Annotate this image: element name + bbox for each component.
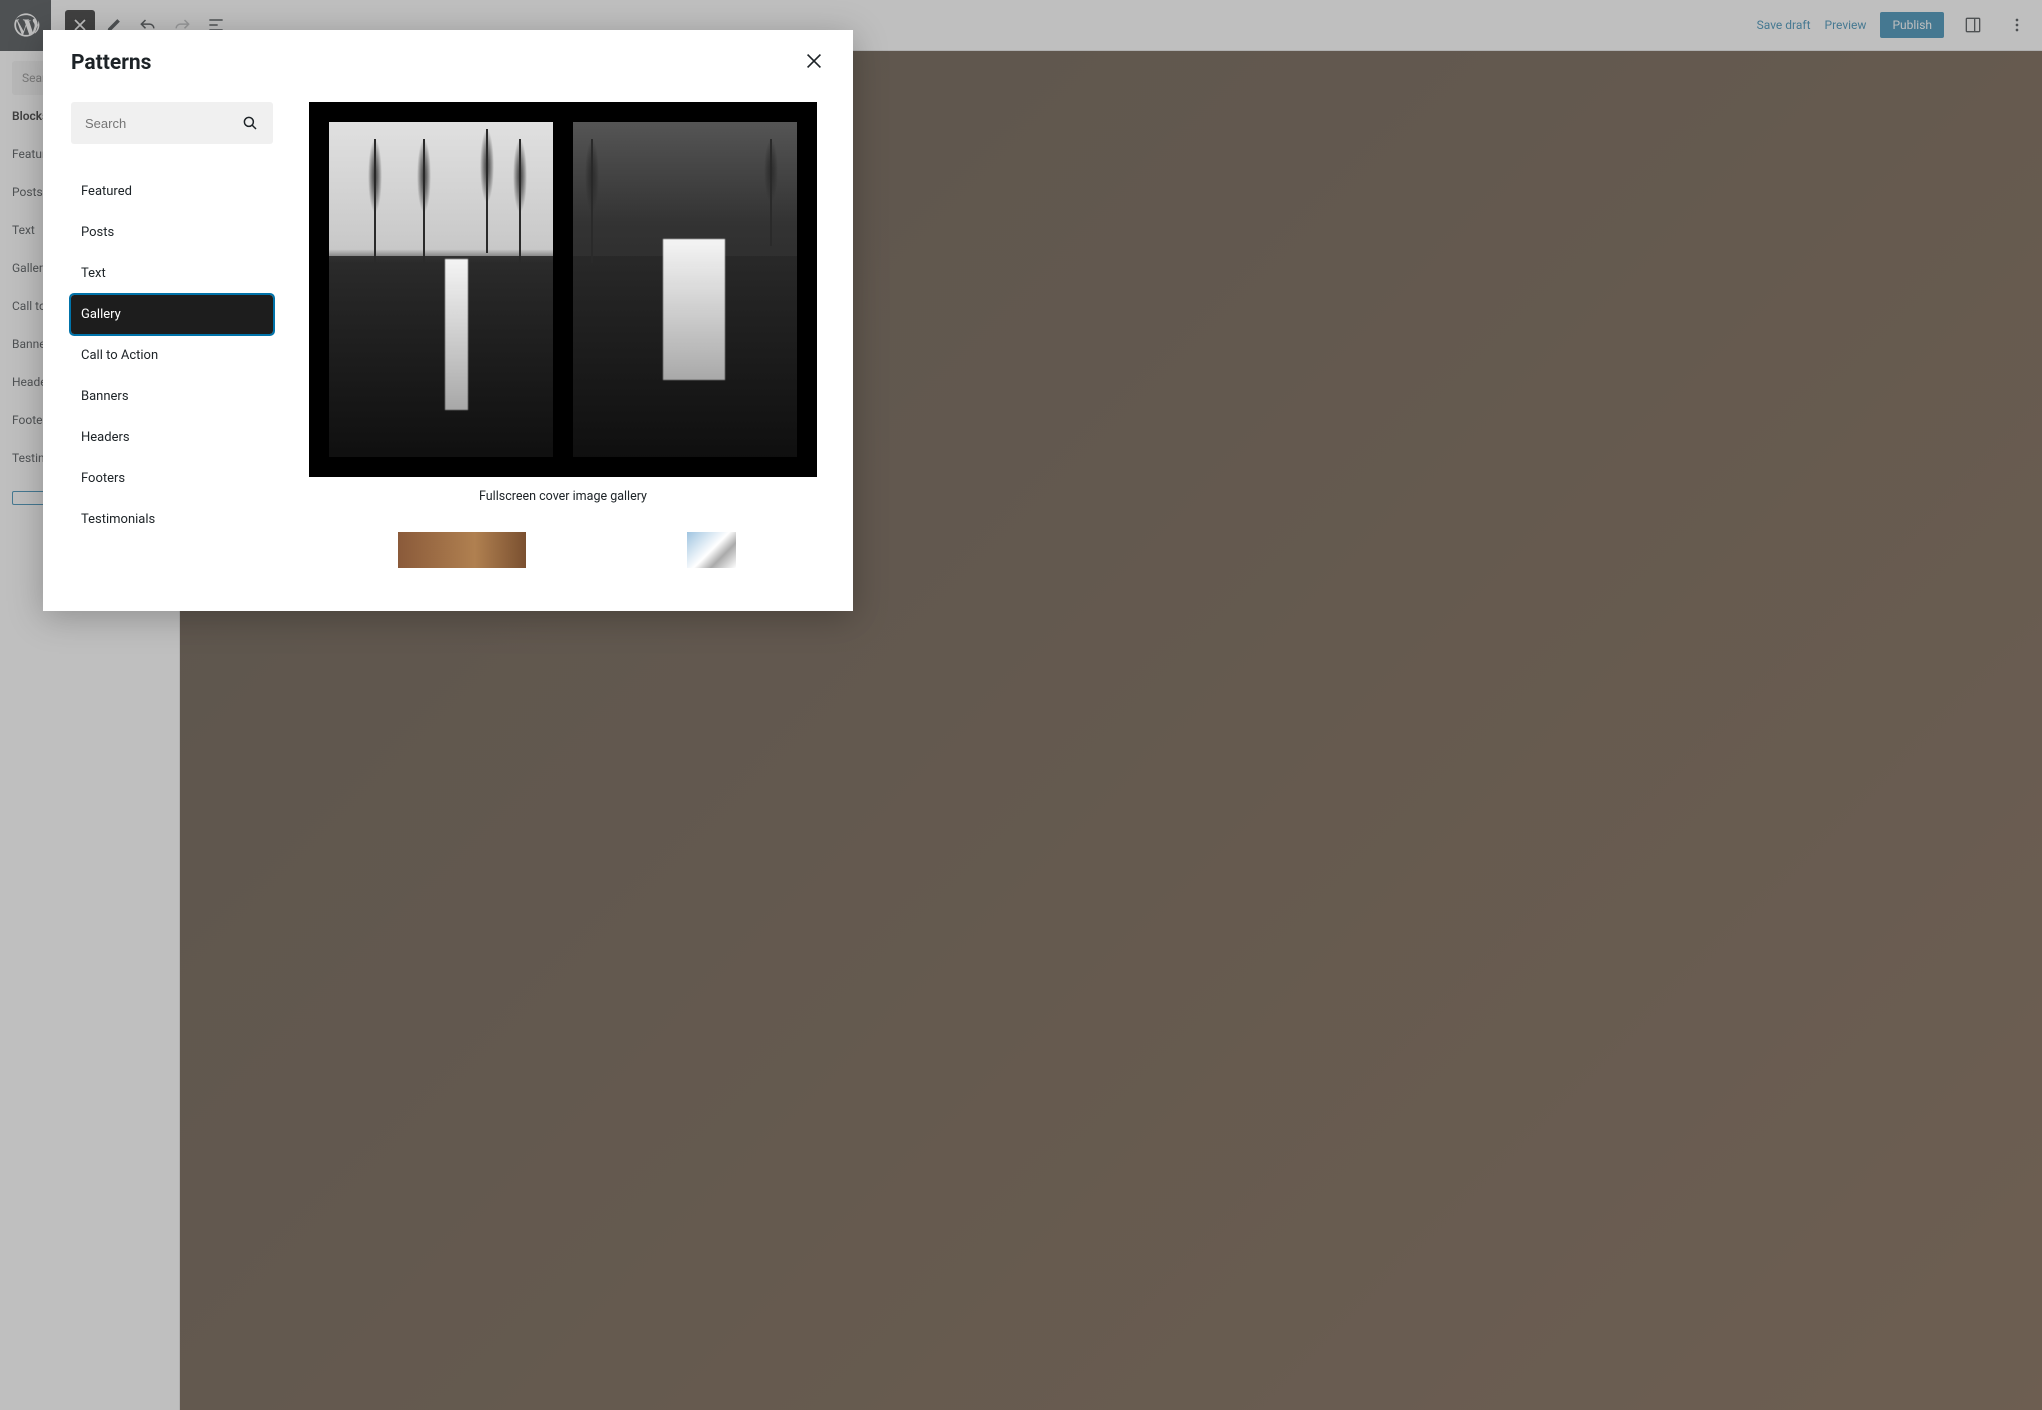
- patterns-modal: Patterns Featured Posts Text Gallery Cal…: [43, 30, 853, 611]
- search-icon: [241, 114, 259, 132]
- modal-close-button[interactable]: [803, 50, 825, 76]
- patterns-search-input[interactable]: [85, 116, 225, 131]
- category-footers[interactable]: Footers: [71, 459, 273, 498]
- save-draft-button[interactable]: Save draft: [1757, 18, 1811, 32]
- category-text[interactable]: Text: [71, 254, 273, 293]
- pattern-thumbnail-2[interactable]: [398, 532, 526, 568]
- category-banners[interactable]: Banners: [71, 377, 273, 416]
- pattern-fullscreen-cover-gallery[interactable]: [309, 102, 817, 477]
- category-gallery[interactable]: Gallery: [71, 295, 273, 334]
- patterns-row-2: [301, 532, 825, 568]
- category-featured[interactable]: Featured: [71, 172, 273, 211]
- category-testimonials[interactable]: Testimonials: [71, 500, 273, 539]
- kebab-icon: [2007, 15, 2027, 35]
- close-icon: [803, 50, 825, 72]
- category-headers[interactable]: Headers: [71, 418, 273, 457]
- pattern-thumbnail-3[interactable]: [608, 532, 736, 568]
- pattern-image-left: [329, 122, 553, 457]
- modal-header: Patterns: [43, 30, 853, 84]
- publish-button[interactable]: Publish: [1880, 12, 1944, 38]
- modal-title: Patterns: [71, 51, 151, 75]
- preview-button[interactable]: Preview: [1825, 18, 1867, 32]
- toolbar-right-group: Save draft Preview Publish: [1757, 10, 2042, 40]
- pattern-image-right: [573, 122, 797, 457]
- patterns-grid: Fullscreen cover image gallery: [301, 84, 853, 611]
- modal-sidebar: Featured Posts Text Gallery Call to Acti…: [43, 84, 301, 611]
- settings-panel-toggle[interactable]: [1958, 10, 1988, 40]
- options-menu-button[interactable]: [2002, 10, 2032, 40]
- category-call-to-action[interactable]: Call to Action: [71, 336, 273, 375]
- pattern-caption: Fullscreen cover image gallery: [301, 489, 825, 504]
- modal-body: Featured Posts Text Gallery Call to Acti…: [43, 84, 853, 611]
- patterns-search[interactable]: [71, 102, 273, 144]
- sidebar-icon: [1963, 15, 1983, 35]
- category-posts[interactable]: Posts: [71, 213, 273, 252]
- wordpress-icon: [12, 11, 40, 39]
